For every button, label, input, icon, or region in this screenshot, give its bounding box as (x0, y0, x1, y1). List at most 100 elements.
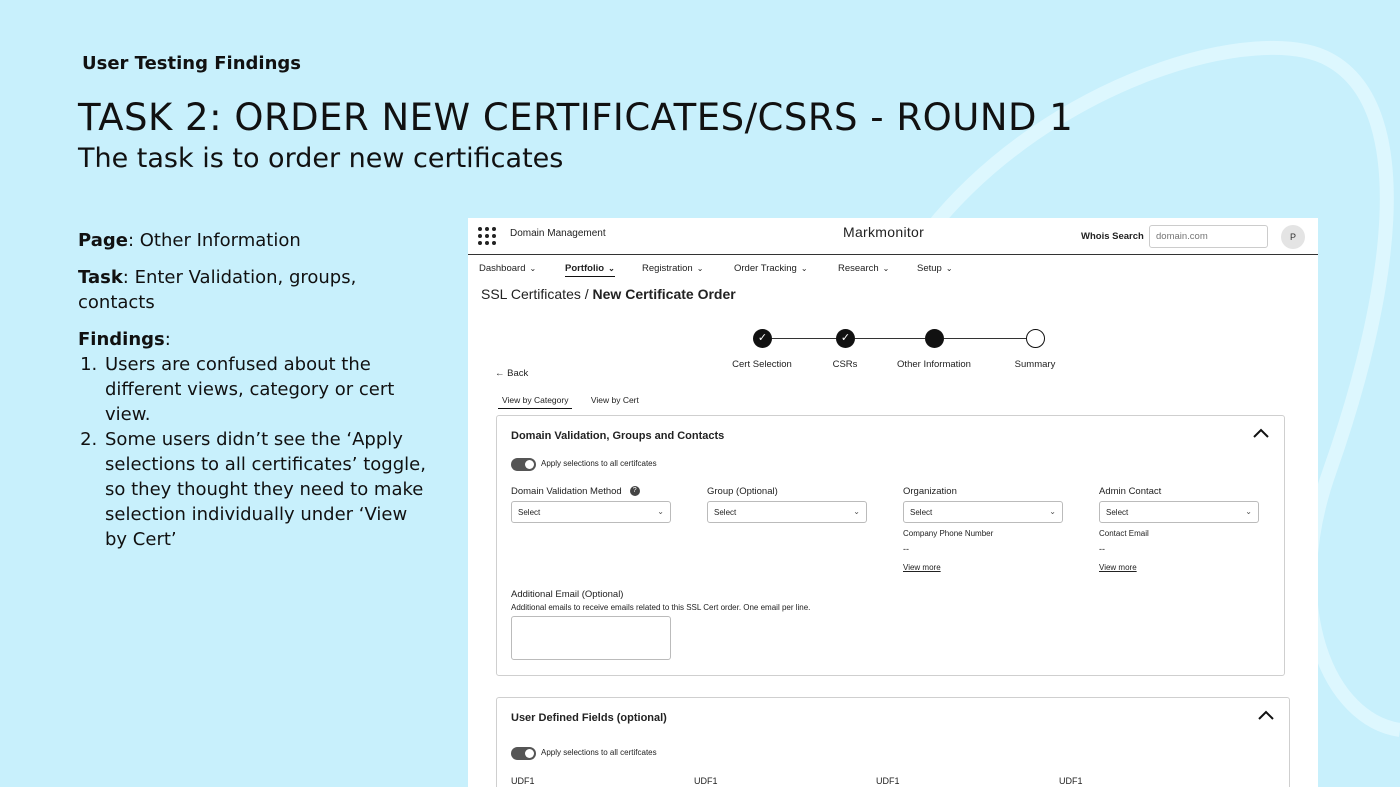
validation-method-select[interactable]: Select ⌄ (511, 501, 671, 523)
tab-view-by-category[interactable]: View by Category (498, 394, 573, 409)
udf-label: UDF1 (694, 776, 718, 786)
step-label: Cert Selection (732, 359, 792, 370)
udf-label: UDF1 (876, 776, 900, 786)
breadcrumb-separator: / (584, 286, 589, 302)
top-bar: Domain Management Markmonitor Whois Sear… (468, 218, 1318, 255)
chevron-down-icon: ⌄ (529, 264, 537, 273)
toggle-label: Apply selections to all certifcates (541, 459, 657, 468)
app-name: Domain Management (510, 228, 606, 239)
step-connector (772, 338, 842, 339)
nav-order-tracking[interactable]: Order Tracking ⌄ (734, 263, 808, 274)
check-icon: ✓ (753, 329, 772, 348)
chevron-down-icon: ⌄ (1245, 507, 1252, 516)
nav-label: Dashboard (479, 263, 526, 274)
current-step-icon (925, 329, 944, 348)
chevron-down-icon: ⌄ (696, 264, 704, 273)
user-defined-fields-card: User Defined Fields (optional) Apply sel… (496, 697, 1290, 787)
order-stepper: ✓ ✓ Cert Selection CSRs Other Informatio… (468, 327, 1318, 372)
chevron-up-icon[interactable] (1257, 708, 1275, 722)
validation-groups-contacts-card: Domain Validation, Groups and Contacts A… (496, 415, 1285, 676)
udf-label: UDF1 (1059, 776, 1083, 786)
findings-colon: : (164, 329, 171, 350)
breadcrumb-current: New Certificate Order (592, 286, 736, 302)
page-label: Page (78, 230, 128, 251)
group-select[interactable]: Select ⌄ (707, 501, 867, 523)
view-tabs: View by Category View by Cert (498, 394, 655, 409)
apply-all-toggle[interactable] (511, 747, 536, 760)
help-icon[interactable]: ? (629, 486, 640, 497)
task-label: Task (78, 267, 123, 288)
company-phone-value: -- (903, 544, 909, 554)
section-title: User Defined Fields (optional) (511, 712, 667, 724)
company-phone-label: Company Phone Number (903, 529, 994, 538)
apply-all-toggle[interactable] (511, 458, 536, 471)
nav-dashboard[interactable]: Dashboard ⌄ (479, 263, 536, 274)
page-line: Page: Other Information (78, 228, 428, 253)
select-value: Select (910, 508, 933, 517)
section-title: Domain Validation, Groups and Contacts (511, 430, 725, 442)
finding-item: Users are confused about the different v… (103, 352, 428, 427)
eyebrow-label: User Testing Findings (82, 53, 301, 74)
step-label: CSRs (832, 359, 858, 370)
contact-email-label: Contact Email (1099, 529, 1149, 538)
field-label: Group (Optional) (707, 486, 778, 497)
whois-label: Whois Search (1081, 231, 1144, 242)
whois-search-input[interactable] (1149, 225, 1268, 248)
chevron-up-icon[interactable] (1252, 426, 1270, 440)
select-value: Select (1106, 508, 1129, 517)
field-label-text: Domain Validation Method (511, 486, 622, 497)
additional-email-label: Additional Email (Optional) (511, 589, 624, 600)
nav-portfolio[interactable]: Portfolio ⌄ (565, 263, 615, 277)
select-value: Select (518, 508, 541, 517)
findings-list: Users are confused about the different v… (103, 352, 428, 552)
additional-email-textarea[interactable] (511, 616, 671, 660)
app-grid-icon[interactable] (478, 227, 496, 245)
step-connector (944, 338, 1026, 339)
chevron-down-icon: ⌄ (657, 507, 664, 516)
chevron-down-icon: ⌄ (800, 264, 808, 273)
contact-email-value: -- (1099, 544, 1105, 554)
select-value: Select (714, 508, 737, 517)
chevron-down-icon: ⌄ (1049, 507, 1056, 516)
breadcrumb: SSL Certificates / New Certificate Order (481, 286, 736, 302)
step-connector (855, 338, 925, 339)
finding-item: Some users didn’t see the ‘Apply selecti… (103, 427, 428, 552)
nav-setup[interactable]: Setup ⌄ (917, 263, 953, 274)
step-label: Other Information (897, 359, 971, 370)
step-label: Summary (1014, 359, 1056, 370)
field-label: Organization (903, 486, 957, 497)
admin-view-more-link[interactable]: View more (1099, 563, 1137, 572)
additional-email-help: Additional emails to receive emails rela… (511, 603, 811, 612)
nav-label: Order Tracking (734, 263, 797, 274)
org-view-more-link[interactable]: View more (903, 563, 941, 572)
slide-title: TASK 2: ORDER NEW CERTIFICATES/CSRS - RO… (78, 96, 1074, 139)
toggle-label: Apply selections to all certifcates (541, 748, 657, 757)
chevron-down-icon: ⌄ (608, 264, 615, 273)
check-icon: ✓ (836, 329, 855, 348)
organization-select[interactable]: Select ⌄ (903, 501, 1063, 523)
field-label: Admin Contact (1099, 486, 1162, 497)
pending-step-icon (1026, 329, 1045, 348)
findings-panel: Page: Other Information Task: Enter Vali… (78, 228, 428, 552)
breadcrumb-parent[interactable]: SSL Certificates (481, 286, 581, 302)
admin-contact-select[interactable]: Select ⌄ (1099, 501, 1259, 523)
arrow-left-icon: ← (495, 368, 505, 379)
nav-research[interactable]: Research ⌄ (838, 263, 889, 274)
nav-label: Registration (642, 263, 693, 274)
chevron-down-icon: ⌄ (853, 507, 860, 516)
avatar[interactable]: P (1281, 225, 1305, 249)
app-screenshot: Domain Management Markmonitor Whois Sear… (468, 218, 1318, 787)
back-link[interactable]: ← Back (495, 368, 528, 379)
slide-subtitle: The task is to order new certificates (78, 143, 564, 174)
field-label: Domain Validation Method? (511, 486, 640, 497)
brand-logo: Markmonitor (843, 224, 925, 240)
chevron-down-icon: ⌄ (945, 264, 953, 273)
chevron-down-icon: ⌄ (882, 264, 890, 273)
nav-registration[interactable]: Registration ⌄ (642, 263, 703, 274)
udf-label: UDF1 (511, 776, 535, 786)
back-label: Back (507, 368, 529, 379)
nav-label: Portfolio (565, 263, 605, 274)
findings-label: Findings (78, 329, 165, 350)
nav-label: Research (838, 263, 879, 274)
tab-view-by-cert[interactable]: View by Cert (587, 394, 643, 408)
